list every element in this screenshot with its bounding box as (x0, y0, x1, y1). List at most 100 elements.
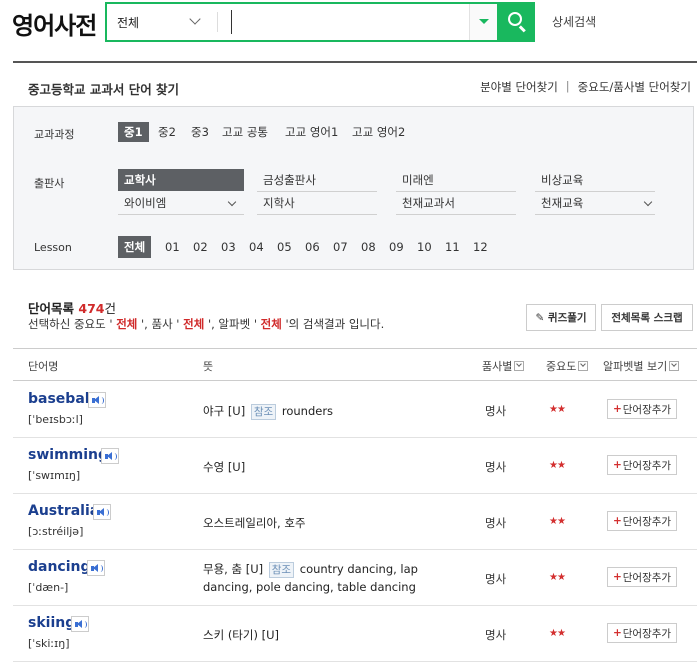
table-row: swimming [ˈswɪmɪŋ] 수영 [U] 명사 ★★ + 단어장추가 (13, 438, 697, 494)
curriculum-option-m3[interactable]: 중3 (185, 122, 215, 142)
lesson-option-all[interactable]: 전체 (118, 236, 152, 258)
sort-dropdown-icon (514, 361, 525, 371)
scrap-all-button[interactable]: 전체목록 스크랩 (601, 304, 693, 331)
curriculum-option-m2[interactable]: 중2 (152, 122, 182, 142)
publisher-option[interactable]: 교학사 (118, 169, 244, 191)
add-to-wordbook-button[interactable]: + 단어장추가 (607, 455, 677, 475)
pronunciation: [ˈskiːɪŋ] (28, 637, 70, 650)
reference-tag: 참조 (268, 562, 295, 578)
dictionary-logo[interactable]: 영어사전 (12, 6, 97, 41)
lesson-option[interactable]: 12 (467, 237, 494, 257)
curriculum-option-common[interactable]: 고교 공통 (216, 122, 274, 142)
reference-tag: 참조 (250, 404, 277, 420)
table-row: dancing [ˈdæn-] 무용, 춤 [U] 참조 country dan… (13, 550, 697, 606)
pronunciation: [ɔːstréiljə] (28, 525, 84, 538)
table-row: skiing [ˈskiːɪŋ] 스키 (타기) [U] 명사 ★★ + 단어장추… (13, 606, 697, 662)
advanced-search-link[interactable]: 상세검색 (552, 13, 596, 30)
meaning: 수영 [U] (203, 460, 246, 474)
divider (217, 12, 218, 32)
section-title: 중고등학교 교과서 단어 찾기 (28, 82, 180, 97)
word-link[interactable]: skiing (28, 615, 75, 631)
pronunciation: [ˈswɪmɪŋ] (28, 469, 81, 482)
part-of-speech: 명사 (485, 460, 507, 474)
speaker-icon[interactable] (88, 392, 106, 408)
search-icon (508, 12, 522, 26)
word-link[interactable]: baseball (28, 391, 94, 407)
top-bar: 영어사전 전체 상세검색 (0, 0, 697, 56)
result-count: 474 (78, 301, 105, 316)
col-word: 단어명 (28, 360, 59, 373)
lesson-option[interactable]: 08 (355, 237, 382, 257)
publisher-option[interactable]: 비상교육 (535, 169, 655, 191)
word-link[interactable]: swimming (28, 447, 108, 463)
lesson-option[interactable]: 10 (411, 237, 438, 257)
word-table-header: 단어명 뜻 품사별 중요도 알파벳별 보기 (13, 348, 697, 381)
curriculum-label: 교과과정 (34, 128, 75, 141)
quiz-button[interactable]: ✎ 퀴즈풀기 (526, 304, 596, 331)
word-link[interactable]: Australia (28, 503, 99, 519)
add-to-wordbook-button[interactable]: + 단어장추가 (607, 399, 677, 419)
importance-stars: ★★ (549, 628, 566, 639)
table-row: Australia [ɔːstréiljə] 오스트레일리아, 호주 명사 ★★… (13, 494, 697, 550)
meaning: 무용, 춤 [U] 참조 country dancing, lap dancin… (203, 562, 418, 594)
speaker-icon[interactable] (71, 616, 89, 632)
text-cursor (231, 10, 232, 34)
publisher-option[interactable]: 와이비엠 (118, 192, 244, 214)
lesson-option[interactable]: 11 (439, 237, 466, 257)
importance-stars: ★★ (549, 404, 566, 415)
meaning: 스키 (타기) [U] (203, 628, 279, 642)
lesson-option[interactable]: 09 (383, 237, 410, 257)
link-separator: | (565, 79, 570, 93)
curriculum-option-eng2[interactable]: 고교 영어2 (346, 122, 411, 142)
publisher-option[interactable]: 천재교과서 (396, 192, 516, 214)
importance-pos-words-link[interactable]: 중요도/품사별 단어찾기 (578, 79, 691, 95)
publisher-option[interactable]: 천재교육 (535, 192, 655, 214)
curriculum-option-eng1[interactable]: 고교 영어1 (279, 122, 344, 142)
search-input[interactable] (231, 6, 471, 38)
chevron-down-icon (189, 13, 201, 25)
word-list-count: 단어목록 474건 (28, 301, 116, 316)
col-alphabet-sort[interactable]: 알파벳별 보기 (603, 358, 680, 374)
add-to-wordbook-button[interactable]: + 단어장추가 (607, 511, 677, 531)
caret-down-icon (479, 19, 489, 24)
lesson-option[interactable]: 06 (299, 237, 326, 257)
lesson-option[interactable]: 05 (271, 237, 298, 257)
pronunciation: [ˈdæn-] (28, 581, 69, 594)
col-importance-sort[interactable]: 중요도 (546, 358, 589, 374)
lesson-option[interactable]: 01 (159, 237, 186, 257)
publisher-option[interactable]: 금성출판사 (257, 169, 377, 191)
meaning: 오스트레일리아, 호주 (203, 516, 306, 530)
speaker-icon[interactable] (87, 560, 105, 576)
search-button[interactable] (497, 2, 535, 42)
divider (13, 61, 697, 63)
part-of-speech: 명사 (485, 516, 507, 530)
publisher-option[interactable]: 지학사 (257, 192, 377, 214)
publisher-label: 출판사 (34, 177, 65, 190)
part-of-speech: 명사 (485, 404, 507, 418)
importance-stars: ★★ (549, 460, 566, 471)
curriculum-option-m1[interactable]: 중1 (118, 122, 149, 142)
autocomplete-toggle-button[interactable] (469, 4, 497, 40)
part-of-speech: 명사 (485, 628, 507, 642)
search-scope-select[interactable]: 전체 (107, 4, 217, 40)
lesson-option[interactable]: 03 (215, 237, 242, 257)
add-to-wordbook-button[interactable]: + 단어장추가 (607, 567, 677, 587)
publisher-option[interactable]: 미래엔 (396, 169, 516, 191)
speaker-icon[interactable] (101, 448, 119, 464)
lesson-option[interactable]: 02 (187, 237, 214, 257)
section-links: 분야별 단어찾기 | 중요도/품사별 단어찾기 (480, 79, 691, 95)
col-pos-sort[interactable]: 품사별 (482, 358, 525, 374)
lesson-label: Lesson (34, 241, 72, 254)
lesson-option[interactable]: 07 (327, 237, 354, 257)
search-scope-value: 전체 (117, 15, 140, 30)
filter-panel: 교과과정 중1 중2 중3 고교 공통 고교 영어1 고교 영어2 출판사 교학… (13, 106, 694, 270)
field-words-link[interactable]: 분야별 단어찾기 (480, 79, 558, 95)
sort-dropdown-icon (578, 361, 589, 371)
add-to-wordbook-button[interactable]: + 단어장추가 (607, 623, 677, 643)
speaker-icon[interactable] (93, 504, 111, 520)
result-description: 선택하신 중요도 ' 전체 ', 품사 ' 전체 ', 알파벳 ' 전체 '의 … (28, 317, 385, 331)
lesson-option[interactable]: 04 (243, 237, 270, 257)
part-of-speech: 명사 (485, 572, 507, 586)
word-link[interactable]: dancing (28, 559, 91, 575)
pronunciation: [ˈbeɪsbɔːl] (28, 413, 83, 426)
